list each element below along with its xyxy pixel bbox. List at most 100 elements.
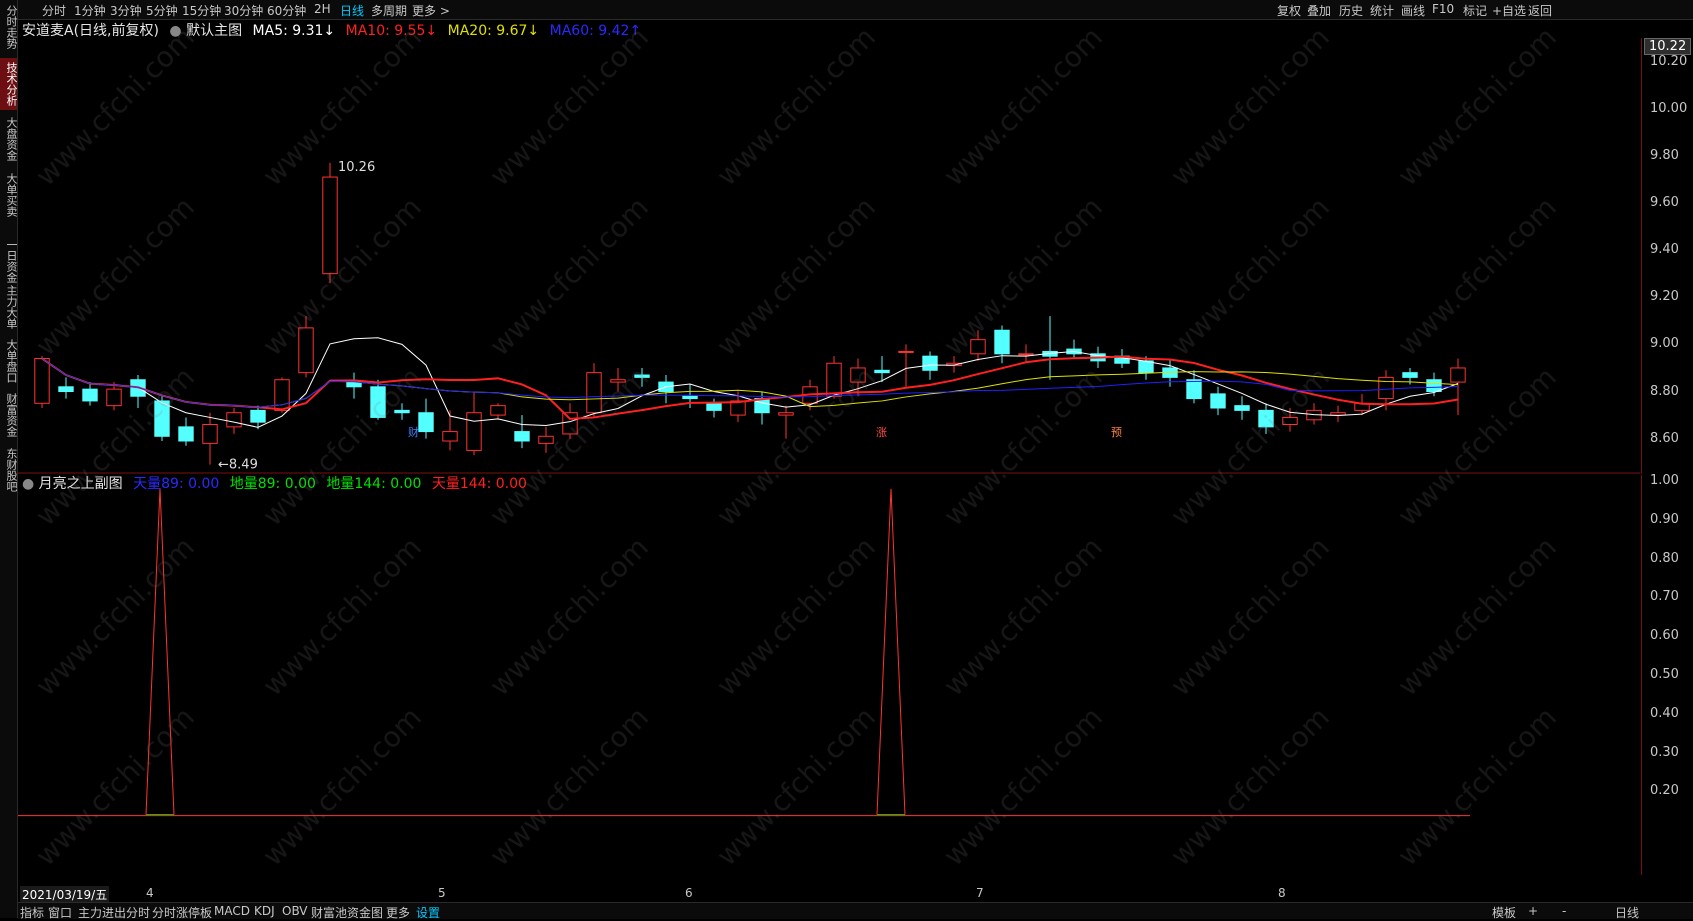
month-tick: 6 [685, 886, 693, 900]
month-tick: 4 [146, 886, 154, 900]
top-toolbar: 分时 1分钟 3分钟 5分钟 15分钟 30分钟 60分钟 2H 日线 多周期 更多 > 复权 叠加 历史… [18, 0, 1693, 20]
candle-body [178, 426, 194, 442]
period-tab[interactable]: 15分钟 [182, 2, 221, 19]
candle-body [1258, 409, 1274, 428]
candle-body [1378, 376, 1394, 400]
toolbar-action[interactable]: 画线 [1401, 2, 1425, 19]
indicator-tick: 0.80 [1650, 550, 1679, 566]
toolbar-action[interactable]: 历史 [1339, 2, 1363, 19]
candle-body [34, 358, 50, 404]
template-icon[interactable]: ● [169, 23, 181, 39]
candle-body [490, 405, 506, 416]
candle-body [1186, 379, 1202, 400]
sidebar-item[interactable]: 技术分析 [0, 58, 18, 110]
event-marker[interactable]: 涨 [876, 426, 887, 439]
candle-body [1234, 405, 1250, 411]
bottom-tab[interactable]: 分时涨停板 [152, 904, 212, 921]
sidebar-item[interactable]: 大盘资金 [0, 114, 18, 164]
date-axis: 2021/03/19/五 4 5 6 7 8 [18, 886, 1693, 903]
ma5-label: MA5: 9.31↓ [252, 23, 336, 39]
candle-body [346, 381, 362, 388]
ma20-label: MA20: 9.67↓ [447, 23, 540, 39]
period-tab[interactable]: 多周期 [371, 2, 407, 19]
high-annotation: 10.26 [338, 160, 375, 175]
pulse-spike [876, 488, 906, 815]
sidebar-item[interactable]: 一日资金 [0, 236, 18, 286]
candle-body [586, 372, 602, 414]
period-tab[interactable]: 分时 [42, 2, 66, 19]
current-price-badge: 10.22 [1644, 38, 1692, 55]
toolbar-action[interactable]: 标记 [1463, 2, 1487, 19]
candle-body [922, 355, 938, 371]
bottom-tab[interactable]: 窗口 [48, 904, 72, 921]
pulse-spike [145, 488, 175, 815]
candle-body [634, 374, 650, 378]
period-tab[interactable]: 更多 > [412, 2, 450, 19]
candle-body [418, 412, 434, 433]
bottom-tab[interactable]: 主力进出分时 [78, 904, 150, 921]
toolbar-action[interactable]: 复权 [1277, 2, 1301, 19]
candle-body [394, 409, 410, 414]
candle-body [442, 431, 458, 442]
candle-body [226, 412, 242, 428]
bottom-action[interactable]: + [1528, 904, 1538, 918]
indicator-tick: 1.00 [1650, 473, 1679, 488]
period-tab[interactable]: 30分钟 [224, 2, 263, 19]
toolbar-action[interactable]: 统计 [1370, 2, 1394, 19]
toolbar-action[interactable]: 叠加 [1307, 2, 1331, 19]
period-tab[interactable]: 60分钟 [267, 2, 306, 19]
bottom-tab[interactable]: 指标 [20, 904, 44, 921]
event-marker[interactable]: 预 [1111, 426, 1122, 439]
candle-body [1210, 393, 1226, 409]
candle-body [1330, 412, 1346, 416]
low-annotation: ←8.49 [218, 458, 258, 473]
bottom-tab[interactable]: OBV [282, 904, 308, 918]
indicator-chart[interactable] [18, 475, 1640, 885]
period-tab[interactable]: 3分钟 [110, 2, 142, 19]
bottom-tab[interactable]: 财富池资金图 [311, 904, 383, 921]
bottom-tab[interactable]: MACD [214, 904, 250, 918]
candle-body [58, 386, 74, 393]
indicator-tick: 0.50 [1650, 667, 1679, 682]
stock-title[interactable]: 安道麦A(日线,前复权) [22, 23, 159, 39]
price-tick: 8.80 [1650, 383, 1679, 399]
toolbar-action[interactable]: 返回 [1528, 2, 1552, 19]
period-tab[interactable]: 2H [314, 2, 331, 16]
sidebar-item[interactable]: 主力大单 [0, 282, 18, 332]
bottom-tab[interactable]: 更多 [386, 904, 410, 921]
candlestick-chart[interactable]: ←8.49 10.26 财 涨 预 [18, 38, 1640, 474]
candle-body [850, 367, 866, 383]
candle-body [106, 388, 122, 407]
period-tab[interactable]: 1分钟 [74, 2, 106, 19]
event-marker[interactable]: 财 [408, 425, 419, 439]
bottom-action[interactable]: - [1562, 904, 1566, 918]
candle-body [826, 362, 842, 397]
indicator-tick: 0.90 [1650, 511, 1679, 527]
sidebar-item[interactable]: 东财股吧 [0, 445, 18, 495]
period-tab[interactable]: 5分钟 [146, 2, 178, 19]
indicator-tick: 0.30 [1650, 744, 1679, 760]
bottom-action[interactable]: 日线 [1615, 904, 1639, 921]
sidebar-item[interactable]: 大单买卖 [0, 170, 18, 220]
sidebar-item[interactable]: 分时走势 [0, 2, 18, 52]
candle-body [874, 369, 890, 374]
template-label[interactable]: 默认主图 [186, 23, 242, 39]
bottom-tab[interactable]: 设置 [416, 904, 440, 921]
candle-body [706, 402, 722, 411]
candle-body [562, 412, 578, 435]
period-tab[interactable]: 日线 [340, 2, 364, 19]
bottom-action[interactable]: 模板 [1492, 904, 1516, 921]
toolbar-action[interactable]: +自选 [1492, 2, 1526, 19]
bottom-toolbar: 指标 窗口 主力进出分时 分时涨停板 MACD KDJ OBV 财富池资金图 更多 设置 模板 + - 日… [18, 902, 1693, 921]
bottom-tab[interactable]: KDJ [254, 904, 275, 918]
price-tick: 9.20 [1650, 289, 1679, 305]
toolbar-action[interactable]: F10 [1432, 2, 1454, 16]
price-tick: 8.60 [1650, 430, 1679, 446]
sidebar-item[interactable]: 大单盘口 [0, 336, 18, 386]
indicator-axis: 1.00 0.90 0.80 0.70 0.60 0.50 0.40 0.30 0.20 [1641, 473, 1693, 875]
candle-body [1282, 416, 1298, 426]
month-tick: 8 [1278, 886, 1286, 900]
candle-body [202, 424, 218, 444]
sidebar-item[interactable]: 财富资金 [0, 390, 18, 440]
candle-body [1450, 367, 1466, 383]
